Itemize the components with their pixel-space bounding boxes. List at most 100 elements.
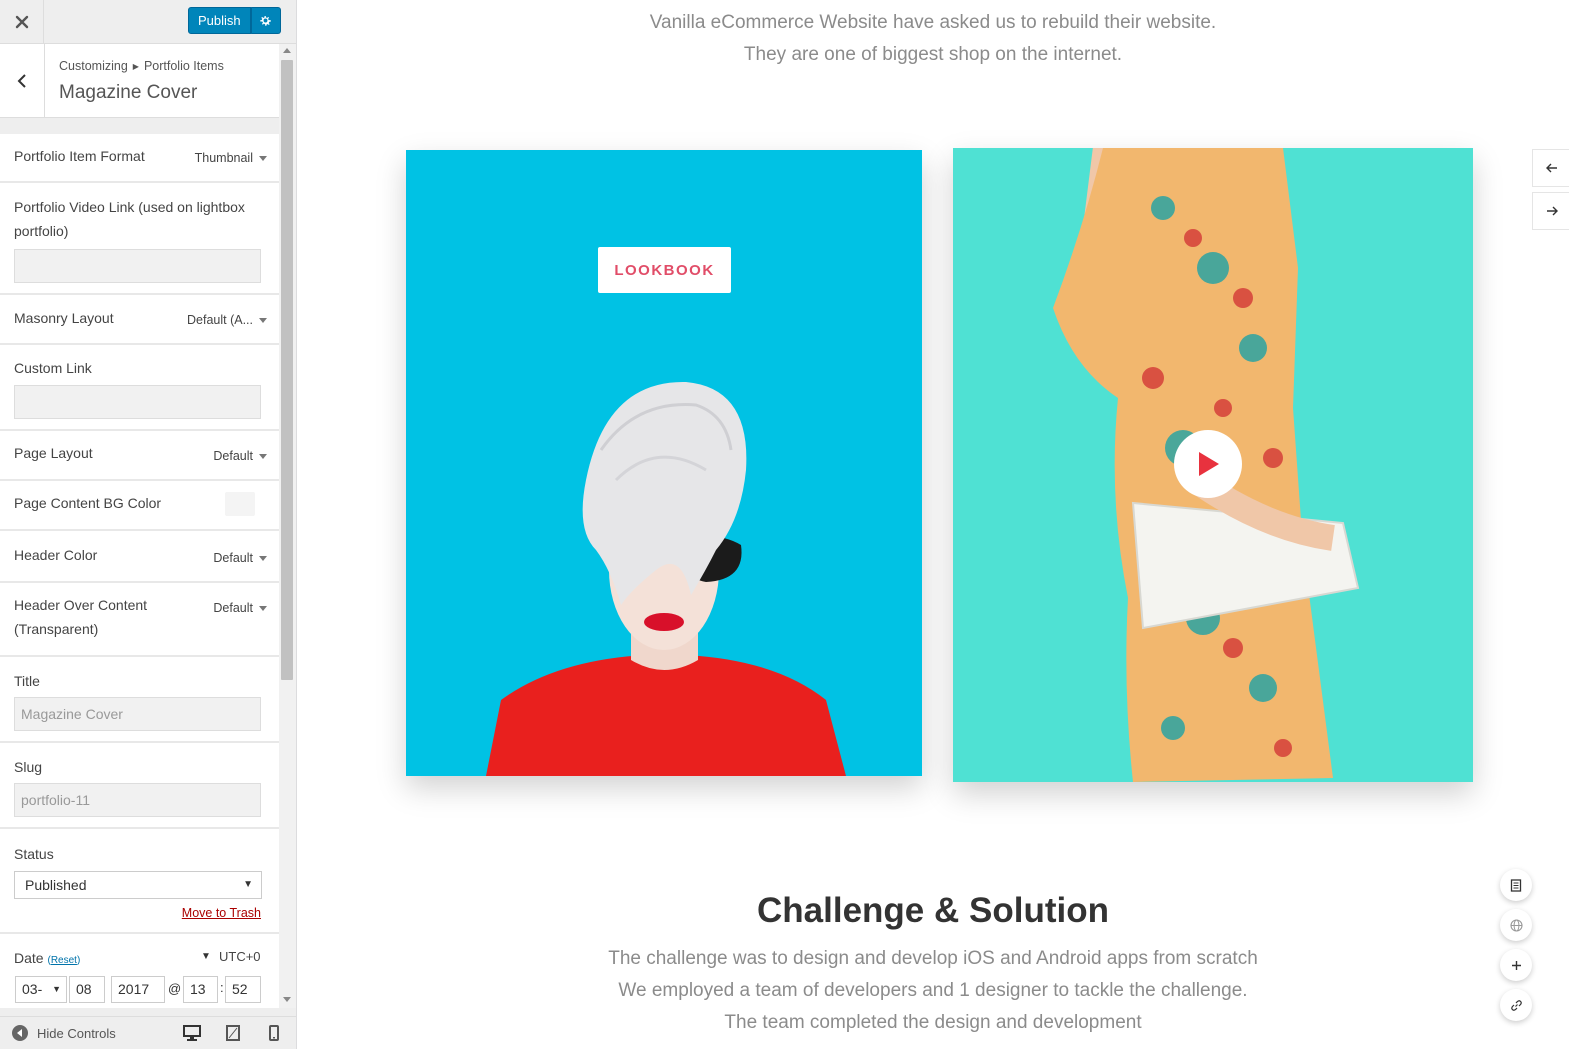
control-header-color: Header Color Default xyxy=(0,531,279,583)
header-over-content-select[interactable]: Default xyxy=(213,601,267,615)
desktop-preview-icon[interactable] xyxy=(183,1025,201,1041)
portfolio-item-format-label: Portfolio Item Format xyxy=(14,148,145,164)
breadcrumb-root: Customizing xyxy=(59,59,128,73)
scroll-up-arrow-icon[interactable] xyxy=(283,48,291,53)
header-color-label: Header Color xyxy=(14,547,98,563)
date-month-value: 03- xyxy=(22,981,43,997)
section-title: Magazine Cover xyxy=(59,82,198,103)
scroll-down-arrow-icon[interactable] xyxy=(283,997,291,1002)
slug-label: Slug xyxy=(14,759,43,775)
tablet-preview-icon[interactable] xyxy=(226,1025,240,1041)
breadcrumb-separator-icon: ▶ xyxy=(132,62,139,71)
portfolio-item-format-select[interactable]: Thumbnail xyxy=(195,151,267,165)
header-over-content-value: Default xyxy=(213,601,253,615)
play-icon xyxy=(1199,452,1219,476)
arrow-left-icon xyxy=(1546,163,1557,173)
control-page-layout: Page Layout Default xyxy=(0,431,279,481)
status-value: Published xyxy=(25,877,87,893)
controls-scroll-area: Customizing ▶ Portfolio Items Magazine Cov… xyxy=(0,44,279,1008)
header-over-content-label: Header Over Content (Transparent) xyxy=(14,597,148,637)
add-button[interactable] xyxy=(1500,949,1532,981)
control-slug: Slug portfolio-11 xyxy=(0,743,279,829)
breadcrumb: Customizing ▶ Portfolio Items xyxy=(59,59,224,73)
breadcrumb-parent: Portfolio Items xyxy=(143,59,224,73)
control-title: Title Magazine Cover xyxy=(0,657,279,743)
title-input[interactable]: Magazine Cover xyxy=(14,697,261,731)
status-select[interactable]: Published ▼ xyxy=(14,871,262,899)
move-to-trash-link[interactable]: Move to Trash xyxy=(182,906,261,920)
close-customizer-button[interactable] xyxy=(0,0,44,44)
document-button[interactable] xyxy=(1500,869,1532,901)
caret-down-icon xyxy=(259,555,267,561)
challenge-heading: Challenge & Solution xyxy=(757,891,1109,930)
date-at-label: @ xyxy=(168,981,182,996)
page-layout-select[interactable]: Default xyxy=(213,449,267,463)
play-video-button[interactable] xyxy=(1174,430,1242,498)
slug-input[interactable]: portfolio-11 xyxy=(14,783,261,817)
control-custom-link: Custom Link xyxy=(0,345,279,431)
globe-button[interactable] xyxy=(1500,909,1532,941)
date-day-input[interactable]: 08 xyxy=(69,976,105,1003)
publish-button[interactable]: Publish xyxy=(188,7,251,34)
publish-settings-button[interactable] xyxy=(250,7,281,34)
date-label: Date (Reset) xyxy=(14,946,80,973)
collapse-icon xyxy=(12,1025,28,1041)
caret-down-icon: ▼ xyxy=(243,879,253,890)
section-header: Customizing ▶ Portfolio Items Magazine Cov… xyxy=(0,44,279,118)
customizer-topbar: Publish xyxy=(0,0,296,44)
custom-link-label: Custom Link xyxy=(14,360,92,376)
link-button[interactable] xyxy=(1500,989,1532,1021)
customizer-footer: Hide Controls xyxy=(0,1016,296,1049)
date-year-input[interactable]: 2017 xyxy=(111,976,165,1003)
hide-controls-button[interactable]: Hide Controls xyxy=(12,1025,116,1041)
page-content-bg-color-swatch[interactable] xyxy=(225,492,255,516)
control-status: Status Published ▼ Move to Trash xyxy=(0,829,279,934)
arrow-right-icon xyxy=(1547,206,1558,216)
masonry-layout-select[interactable]: Default (A... xyxy=(187,313,267,327)
challenge-text-line-3: The team completed the design and develo… xyxy=(724,1012,1142,1033)
portfolio-video-link-label: Portfolio Video Link (used on lightbox p… xyxy=(14,199,245,239)
masonry-layout-label: Masonry Layout xyxy=(14,310,114,326)
customizer-sidebar: Publish Customizing ▶ Portfolio Items Maga… xyxy=(0,0,297,1049)
timezone-caret-icon: ▼ xyxy=(201,951,211,962)
caret-down-icon: ▼ xyxy=(52,984,61,994)
control-date: Date (Reset) ▼ UTC+0 03-▼ , 08 2017 @ 13… xyxy=(0,934,279,1008)
prev-project-button[interactable] xyxy=(1532,149,1569,187)
date-month-select[interactable]: 03- ▼ xyxy=(15,976,67,1003)
intro-text-line-1: Vanilla eCommerce Website have asked us … xyxy=(649,12,1217,33)
sidebar-scrollbar[interactable] xyxy=(279,44,296,1008)
publish-group: Publish xyxy=(188,7,281,34)
date-label-text: Date xyxy=(14,950,44,966)
page-content-bg-color-label: Page Content BG Color xyxy=(14,495,162,511)
title-label: Title xyxy=(14,673,40,689)
status-label: Status xyxy=(14,846,54,862)
custom-link-input[interactable] xyxy=(14,385,261,419)
hide-controls-label: Hide Controls xyxy=(37,1025,116,1041)
date-hour-input[interactable]: 13 xyxy=(183,976,218,1003)
mobile-preview-icon[interactable] xyxy=(269,1025,279,1041)
header-color-select[interactable]: Default xyxy=(213,551,267,565)
portfolio-video-link-input[interactable] xyxy=(14,249,261,283)
video-image-card[interactable] xyxy=(953,148,1473,782)
date-reset-link[interactable]: Reset xyxy=(51,955,77,966)
plus-icon xyxy=(1511,960,1521,970)
control-portfolio-item-format: Portfolio Item Format Thumbnail xyxy=(0,134,279,183)
scroll-thumb[interactable] xyxy=(281,60,293,680)
portfolio-item-format-value: Thumbnail xyxy=(194,151,253,165)
chevron-left-icon xyxy=(17,74,26,88)
date-reset-group: (Reset) xyxy=(47,955,81,966)
next-project-button[interactable] xyxy=(1532,192,1569,230)
lookbook-image-card[interactable]: LOOKBOOK xyxy=(406,150,922,776)
woman-portrait-illustration xyxy=(486,381,846,776)
back-button[interactable] xyxy=(0,44,45,118)
date-colon: : xyxy=(220,980,224,995)
caret-down-icon xyxy=(259,453,267,459)
intro-text-line-2: They are one of biggest shop on the inte… xyxy=(743,44,1123,65)
caret-down-icon xyxy=(259,605,267,611)
caret-down-icon xyxy=(259,155,267,161)
gear-icon xyxy=(260,15,271,26)
timezone-label: UTC+0 xyxy=(219,949,261,964)
document-icon xyxy=(1510,878,1522,892)
date-minute-input[interactable]: 52 xyxy=(225,976,261,1003)
header-color-value: Default xyxy=(213,551,253,565)
